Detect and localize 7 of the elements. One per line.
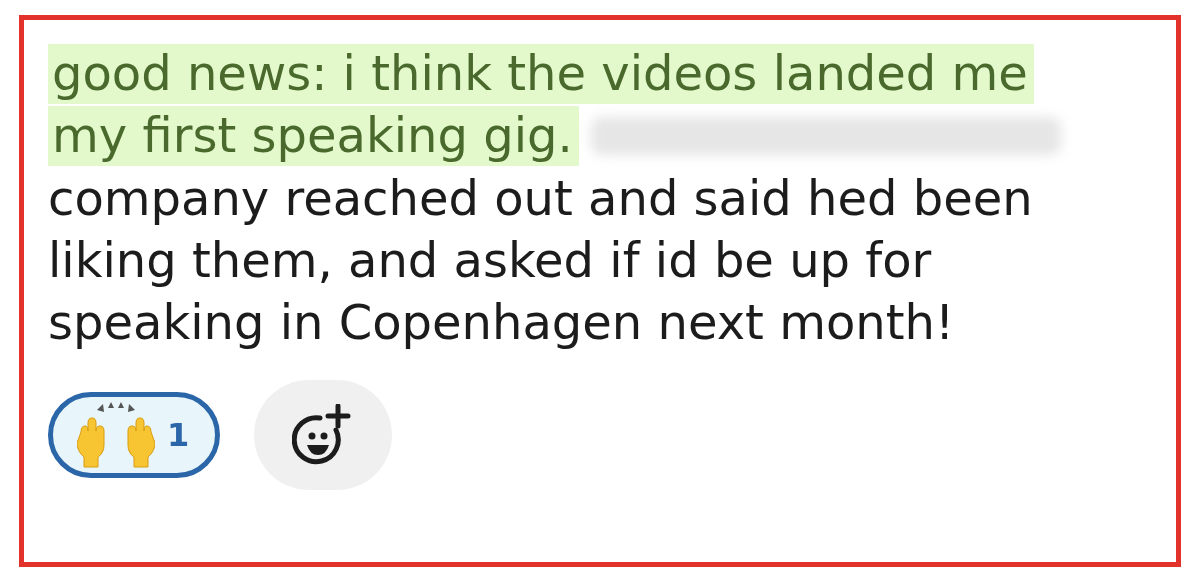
- raised-hands-icon: [77, 402, 155, 468]
- message-text: company reached out and said hed been: [48, 169, 1033, 227]
- reaction-button[interactable]: 1: [48, 392, 221, 478]
- highlighted-text: good news: i think the videos landed me: [48, 44, 1034, 104]
- highlighted-text: my first speaking gig.: [48, 106, 579, 166]
- message-text: speaking in Copenhagen next month!: [48, 293, 955, 351]
- message-text: liking them, and asked if id be up for: [48, 231, 932, 289]
